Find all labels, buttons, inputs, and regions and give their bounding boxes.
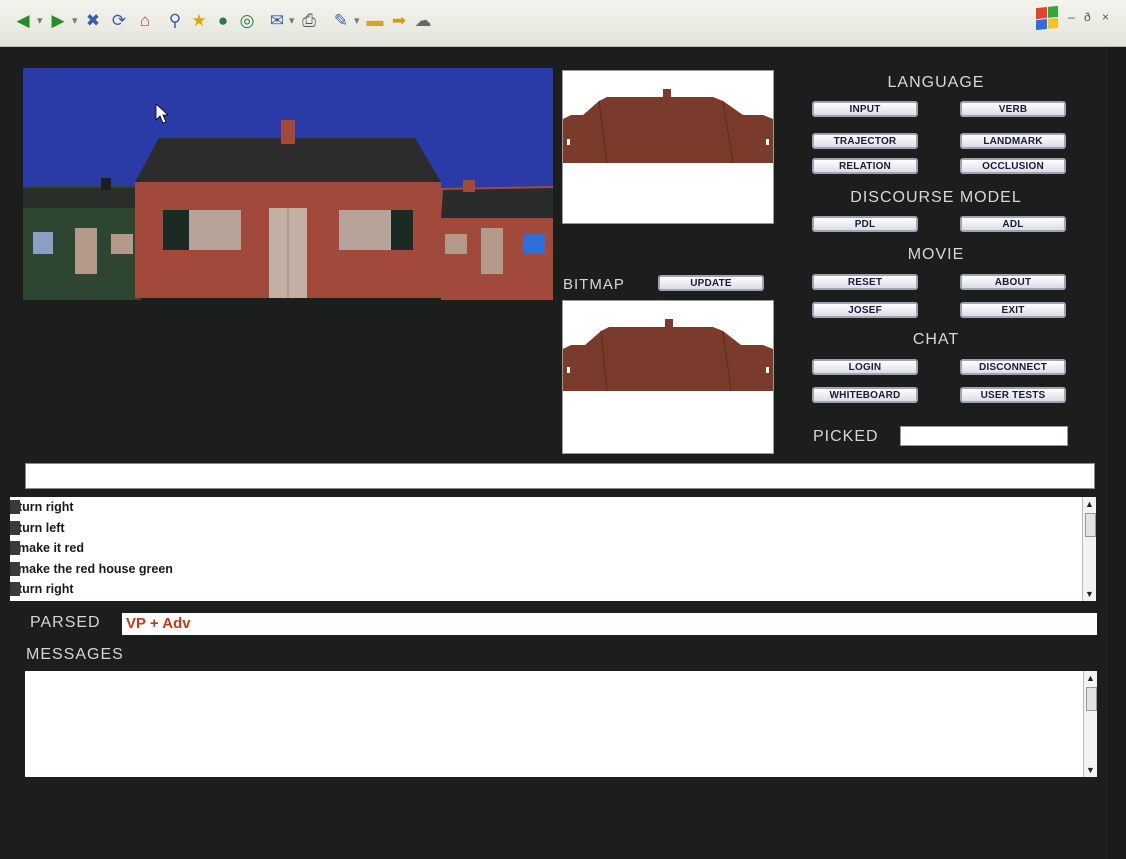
scroll-thumb[interactable] [1085,513,1096,537]
language-title: LANGUAGE [887,74,985,91]
stop-icon[interactable]: ✖ [82,9,104,31]
input-button[interactable]: INPUT [812,101,918,117]
messages-area[interactable]: ▲ ▼ [25,671,1097,777]
back-icon[interactable]: ◀ [12,9,34,31]
command-input[interactable] [25,463,1095,489]
whiteboard-button[interactable]: WHITEBOARD [812,387,918,403]
go-icon[interactable]: ➡ [388,9,410,31]
back-dropdown-icon[interactable]: ▾ [37,14,43,27]
favorites-icon[interactable]: ★ [188,9,210,31]
disconnect-button[interactable]: DISCONNECT [960,359,1066,375]
list-item[interactable]: make the red house green [10,559,1096,580]
list-item[interactable]: turn right [10,579,1096,600]
edit-icon[interactable]: ✎ [330,9,352,31]
home-icon[interactable]: ⌂ [134,9,156,31]
top-view-thumbnail [562,70,774,224]
mail-dropdown-icon[interactable]: ▾ [289,14,295,27]
history-icon[interactable]: ◎ [236,9,258,31]
list-item[interactable]: turn left [10,518,1096,539]
movie-title: MOVIE [907,246,965,263]
refresh-icon[interactable]: ⟳ [108,9,130,31]
windows-logo-icon [1036,5,1058,31]
scene-canvas[interactable] [23,68,553,458]
bitmap-thumbnail [562,300,774,454]
verb-button[interactable]: VERB [960,101,1066,117]
user-tests-button[interactable]: USER TESTS [960,387,1066,403]
scroll-down-icon[interactable]: ▼ [1086,765,1095,775]
minimize-button[interactable]: – [1068,10,1075,24]
forward-dropdown-icon[interactable]: ▾ [72,14,78,27]
list-item[interactable]: turn right [10,497,1096,518]
picked-label: PICKED [813,428,879,445]
chat-title: CHAT [912,331,960,348]
discourse-model-title: DISCOURSE MODEL [850,189,1022,206]
forward-icon[interactable]: ▶ [47,9,69,31]
login-button[interactable]: LOGIN [812,359,918,375]
scroll-up-icon[interactable]: ▲ [1085,499,1094,509]
josef-button[interactable]: JOSEF [812,302,918,318]
about-button[interactable]: ABOUT [960,274,1066,290]
close-button[interactable]: × [1102,10,1109,24]
scroll-thumb[interactable] [1086,687,1097,711]
landmark-button[interactable]: LANDMARK [960,133,1066,149]
history-scrollbar[interactable]: ▲ ▼ [1082,497,1096,601]
messenger-icon[interactable]: ☁ [412,9,434,31]
scene-view[interactable] [23,68,553,458]
edit-dropdown-icon[interactable]: ▾ [354,14,360,27]
picked-field[interactable] [900,426,1068,446]
list-item[interactable]: make it red [10,538,1096,559]
reset-button[interactable]: RESET [812,274,918,290]
messages-scrollbar[interactable]: ▲ ▼ [1083,671,1097,777]
media-icon[interactable]: ● [212,9,234,31]
update-button[interactable]: UPDATE [658,275,764,291]
trajector-button[interactable]: TRAJECTOR [812,133,918,149]
search-icon[interactable]: ⚲ [164,9,186,31]
relation-button[interactable]: RELATION [812,158,918,174]
exit-button[interactable]: EXIT [960,302,1066,318]
folder-icon[interactable]: ▬ [364,9,386,31]
adl-button[interactable]: ADL [960,216,1066,232]
pdl-button[interactable]: PDL [812,216,918,232]
scroll-down-icon[interactable]: ▼ [1085,589,1094,599]
browser-toolbar: ◀ ▾ ▶ ▾ ✖ ⟳ ⌂ ⚲ ★ ● ◎ ✉ ▾ ⎙ ✎ ▾ ▬ ➡ ☁ – … [0,0,1126,47]
parsed-field: VP + Adv [122,613,1097,635]
page-scrollbar[interactable] [1108,47,1126,859]
print-icon[interactable]: ⎙ [298,9,320,31]
bitmap-label: BITMAP [563,276,625,293]
mail-icon[interactable]: ✉ [266,9,288,31]
command-history-list[interactable]: turn right turn left make it red make th… [10,497,1096,601]
restore-button[interactable]: ð [1084,10,1091,24]
messages-label: MESSAGES [26,646,124,663]
parsed-label: PARSED [30,614,101,631]
occlusion-button[interactable]: OCCLUSION [960,158,1066,174]
scroll-up-icon[interactable]: ▲ [1086,673,1095,683]
